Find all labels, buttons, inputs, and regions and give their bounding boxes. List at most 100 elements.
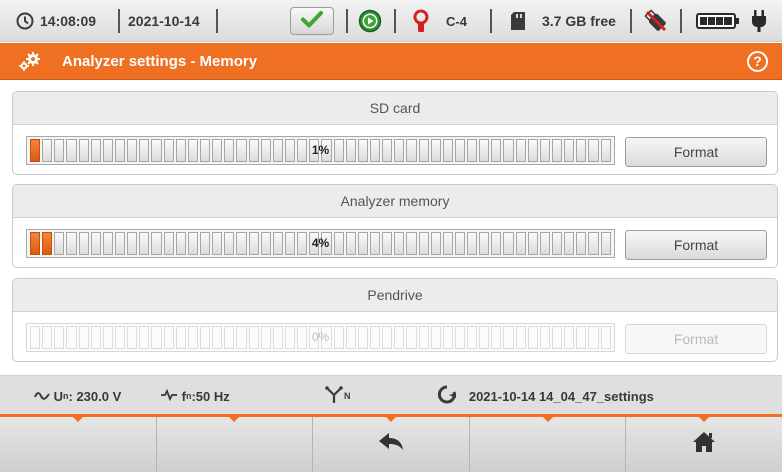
- voltage-value: : 230.0 V: [68, 388, 122, 404]
- status-separator: [346, 9, 348, 33]
- softkey-2[interactable]: [156, 417, 314, 472]
- status-separator: [680, 9, 682, 33]
- usage-segment: [442, 232, 453, 255]
- plug-icon: [750, 0, 768, 42]
- usage-segment: [199, 139, 211, 162]
- usage-segment: [114, 326, 126, 349]
- usage-segment: [187, 139, 198, 162]
- usage-segment: [345, 139, 356, 162]
- usage-segment: [515, 139, 526, 162]
- clamp-label: C-4: [446, 13, 467, 29]
- usage-segment: [42, 326, 53, 349]
- usage-segment: [418, 326, 429, 349]
- format-sd-card-button[interactable]: Format: [625, 137, 767, 167]
- usage-segment: [284, 139, 296, 162]
- panel-title: Analyzer memory: [13, 185, 777, 218]
- network-type: N: [324, 376, 351, 416]
- usage-segment: [394, 326, 405, 349]
- home-icon: [692, 431, 716, 458]
- usage-segment: [382, 232, 393, 255]
- usage-segment: [163, 139, 174, 162]
- usage-segment: [467, 139, 478, 162]
- gears-icon: [17, 51, 43, 78]
- usage-segment: [357, 232, 368, 255]
- play-icon[interactable]: [358, 0, 382, 42]
- usage-segment: [42, 139, 53, 162]
- usb-disconnected-icon: [643, 0, 669, 42]
- status-date: 2021-10-14: [128, 13, 200, 29]
- usage-segment: [78, 326, 89, 349]
- usage-segment: [515, 326, 526, 349]
- ok-button[interactable]: [290, 7, 334, 35]
- usage-segment: [151, 232, 162, 255]
- usage-segment: [139, 326, 150, 349]
- usage-segment: [151, 139, 162, 162]
- format-analyzer-memory-button[interactable]: Format: [625, 230, 767, 260]
- title-bar: Analyzer settings - Memory ?: [0, 43, 782, 80]
- usage-segment: [430, 232, 441, 255]
- usage-segment: [430, 139, 441, 162]
- usage-segment: [552, 326, 563, 349]
- usage-segment: [102, 232, 113, 255]
- usage-segment: [90, 326, 101, 349]
- usage-segment: [163, 326, 174, 349]
- usage-segment: [90, 139, 101, 162]
- usage-segment: [333, 232, 344, 255]
- usage-segment: [333, 139, 344, 162]
- usage-segment: [224, 326, 235, 349]
- usage-segment: [212, 326, 223, 349]
- usage-segment: [564, 139, 575, 162]
- usage-segment: [479, 139, 490, 162]
- status-bar: 14:08:09 2021-10-14 C-4 3.7 GB free: [0, 0, 782, 42]
- usage-segment: [491, 232, 502, 255]
- home-button[interactable]: [626, 417, 782, 472]
- usage-segment: [187, 232, 198, 255]
- usage-segment: [552, 232, 563, 255]
- usage-segment: [30, 232, 41, 255]
- usage-segment: [127, 326, 138, 349]
- usage-segment: [564, 232, 575, 255]
- usage-segment: [503, 139, 514, 162]
- usage-segment: [527, 139, 538, 162]
- usage-segment: [297, 232, 308, 255]
- sine-wave-icon: [34, 389, 50, 404]
- usage-segment: [576, 139, 587, 162]
- usage-segment: [588, 232, 599, 255]
- usage-segment: [394, 139, 405, 162]
- usage-segment: [54, 232, 65, 255]
- sd-card-panel: SD card 1% Format: [12, 91, 778, 175]
- softkey-1[interactable]: [0, 417, 157, 472]
- usage-segment: [333, 326, 344, 349]
- usage-segment: [357, 326, 368, 349]
- usage-segment: [539, 139, 551, 162]
- pendrive-panel: Pendrive 0% Format: [12, 278, 778, 362]
- sd-card-icon: [510, 0, 526, 42]
- usage-segment: [454, 139, 466, 162]
- softkey-4[interactable]: [469, 417, 627, 472]
- usage-segment: [321, 139, 332, 162]
- status-separator: [394, 9, 396, 33]
- usage-segment: [272, 326, 283, 349]
- usage-segment: [467, 232, 478, 255]
- back-button[interactable]: [313, 417, 470, 472]
- usage-segment: [491, 326, 502, 349]
- usage-segment: [66, 232, 77, 255]
- usage-segment: [321, 232, 332, 255]
- usage-segment: [539, 232, 551, 255]
- usage-segment: [224, 139, 235, 162]
- usage-segment: [199, 326, 211, 349]
- usage-segment: [102, 139, 113, 162]
- usage-segment: [588, 139, 599, 162]
- usage-segment: [199, 232, 211, 255]
- help-icon[interactable]: ?: [747, 51, 768, 72]
- usage-segment: [284, 326, 296, 349]
- settings-file-name: 2021-10-14 14_04_47_settings: [468, 388, 654, 404]
- clock-icon: [16, 0, 34, 42]
- panel-title: SD card: [13, 92, 777, 125]
- usage-segment: [127, 232, 138, 255]
- usage-segment: [418, 232, 429, 255]
- format-pendrive-button: Format: [625, 324, 767, 354]
- pendrive-usage-bar: 0%: [26, 323, 615, 352]
- usage-segment: [406, 326, 417, 349]
- usage-segment: [90, 232, 101, 255]
